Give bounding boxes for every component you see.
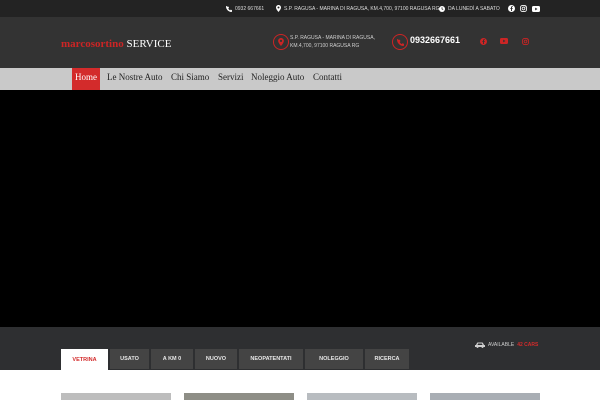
car-thumbnail[interactable] xyxy=(61,393,171,400)
header-facebook[interactable] xyxy=(478,36,488,46)
available-count: 42 CARS xyxy=(517,342,539,348)
instagram-icon xyxy=(520,5,527,12)
phone-icon xyxy=(226,5,232,12)
car-thumbnail[interactable] xyxy=(307,393,417,400)
nav-item-le-nostre-auto[interactable]: Le Nostre Auto xyxy=(104,68,166,90)
available-label: AVAILABLE xyxy=(488,342,515,348)
tab-a-km-0[interactable]: A KM 0 xyxy=(151,349,193,369)
topbar-youtube[interactable] xyxy=(532,0,540,17)
header-address: S.P. RAGUSA - MARINA DI RAGUSA, KM.4,700… xyxy=(290,34,385,50)
nav-item-chi-siamo[interactable]: Chi Siamo xyxy=(168,68,212,90)
car-thumbnail[interactable] xyxy=(430,393,540,400)
tab-usato[interactable]: USATO xyxy=(110,349,149,369)
header-address-line1: S.P. RAGUSA - MARINA DI RAGUSA, xyxy=(290,35,375,41)
nav-item-noleggio-auto[interactable]: Noleggio Auto xyxy=(248,68,307,90)
header-phone[interactable]: 0932667661 xyxy=(410,34,460,46)
topbar-instagram[interactable] xyxy=(520,0,527,17)
topbar-hours-text: DA LUNEDÌ A SABATO xyxy=(448,5,500,12)
header-address-line2: KM.4,700, 97100 RAGUSA RG xyxy=(290,43,360,49)
tab-vetrina[interactable]: VETRINA xyxy=(61,349,108,370)
clock-icon xyxy=(439,5,445,12)
header-address-icon xyxy=(273,34,289,50)
map-marker-icon xyxy=(276,5,281,12)
topbar-hours: DA LUNEDÌ A SABATO xyxy=(439,0,500,17)
logo-text-main: marcosortino xyxy=(61,38,124,50)
tab-ricerca[interactable]: RICERCA xyxy=(365,349,409,369)
header-instagram[interactable] xyxy=(520,36,530,46)
youtube-icon xyxy=(532,5,540,12)
tab-noleggio[interactable]: NOLEGGIO xyxy=(305,349,363,369)
car-thumbnail[interactable] xyxy=(184,393,294,400)
car-icon xyxy=(475,342,485,348)
nav-item-home[interactable]: Home xyxy=(72,68,100,90)
topbar-facebook[interactable] xyxy=(508,0,515,17)
nav-item-contatti[interactable]: Contatti xyxy=(310,68,345,90)
main-nav: Home Le Nostre Auto Chi Siamo Servizi No… xyxy=(0,68,600,90)
facebook-icon xyxy=(508,5,515,12)
map-marker-icon xyxy=(278,38,284,46)
topbar-phone[interactable]: 0932 667661 xyxy=(226,0,264,17)
phone-icon xyxy=(396,38,404,46)
header-phone-icon xyxy=(392,34,408,50)
topbar-address: S.P. RAGUSA - MARINA DI RAGUSA, KM.4,700… xyxy=(276,0,440,17)
youtube-icon xyxy=(500,38,508,44)
tab-nuovo[interactable]: NUOVO xyxy=(195,349,237,369)
tab-neopatentati[interactable]: NEOPATENTATI xyxy=(239,349,303,369)
header-youtube[interactable] xyxy=(499,36,509,46)
facebook-icon xyxy=(479,37,487,45)
site-header: marcosortino SERVICE S.P. RAGUSA - MARIN… xyxy=(0,17,600,68)
logo-text-service: SERVICE xyxy=(126,38,172,50)
topbar-phone-text: 0932 667661 xyxy=(235,5,265,12)
top-bar: 0932 667661 S.P. RAGUSA - MARINA DI RAGU… xyxy=(0,0,600,17)
nav-item-servizi[interactable]: Servizi xyxy=(215,68,247,90)
available-cars: AVAILABLE 42 CARS xyxy=(475,342,538,348)
hero-video[interactable] xyxy=(0,90,600,327)
topbar-address-text: S.P. RAGUSA - MARINA DI RAGUSA, KM.4,700… xyxy=(284,5,440,12)
instagram-icon xyxy=(521,37,529,45)
site-logo[interactable]: marcosortino SERVICE xyxy=(61,38,171,50)
